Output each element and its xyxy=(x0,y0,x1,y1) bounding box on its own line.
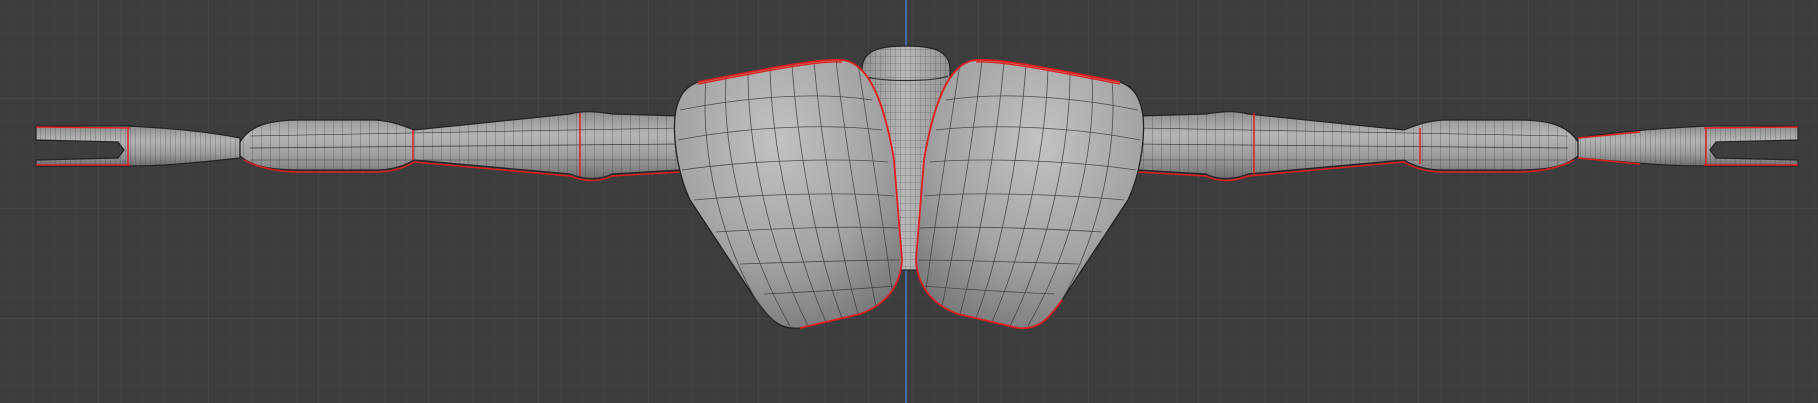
3d-viewport[interactable] xyxy=(0,0,1818,403)
viewport-canvas[interactable] xyxy=(0,0,1818,403)
